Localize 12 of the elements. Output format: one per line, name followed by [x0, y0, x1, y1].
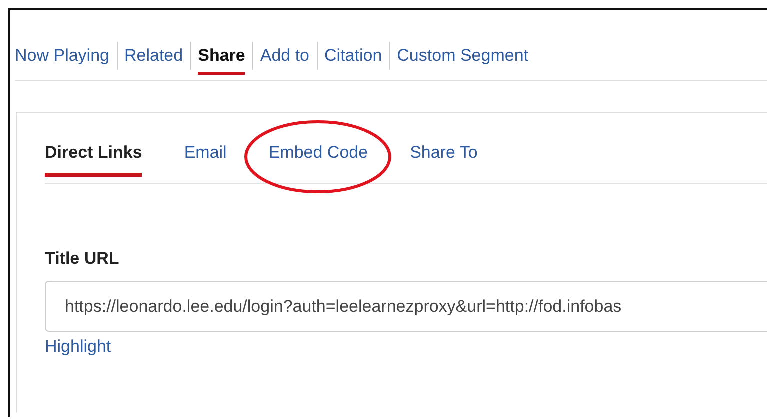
panel-tab[interactable]: Share To	[410, 143, 478, 177]
panel-tab[interactable]: Email	[184, 143, 227, 177]
nav-tab[interactable]: Citation	[324, 46, 382, 75]
nav-tab[interactable]: Custom Segment	[397, 46, 528, 75]
field-label: Title URL	[45, 249, 120, 269]
nav-tab[interactable]: Related	[124, 46, 184, 75]
panel-tab[interactable]: Direct Links	[45, 143, 142, 177]
url-field[interactable]: https://leonardo.lee.edu/login?auth=leelearnezproxy&url=http://fod.infobas	[45, 281, 767, 332]
nav-tab[interactable]: Now Playing	[15, 46, 110, 75]
nav-tab[interactable]: Add to	[260, 46, 310, 75]
nav-tab[interactable]: Share	[198, 46, 246, 75]
highlight-link[interactable]: Highlight	[45, 337, 112, 357]
